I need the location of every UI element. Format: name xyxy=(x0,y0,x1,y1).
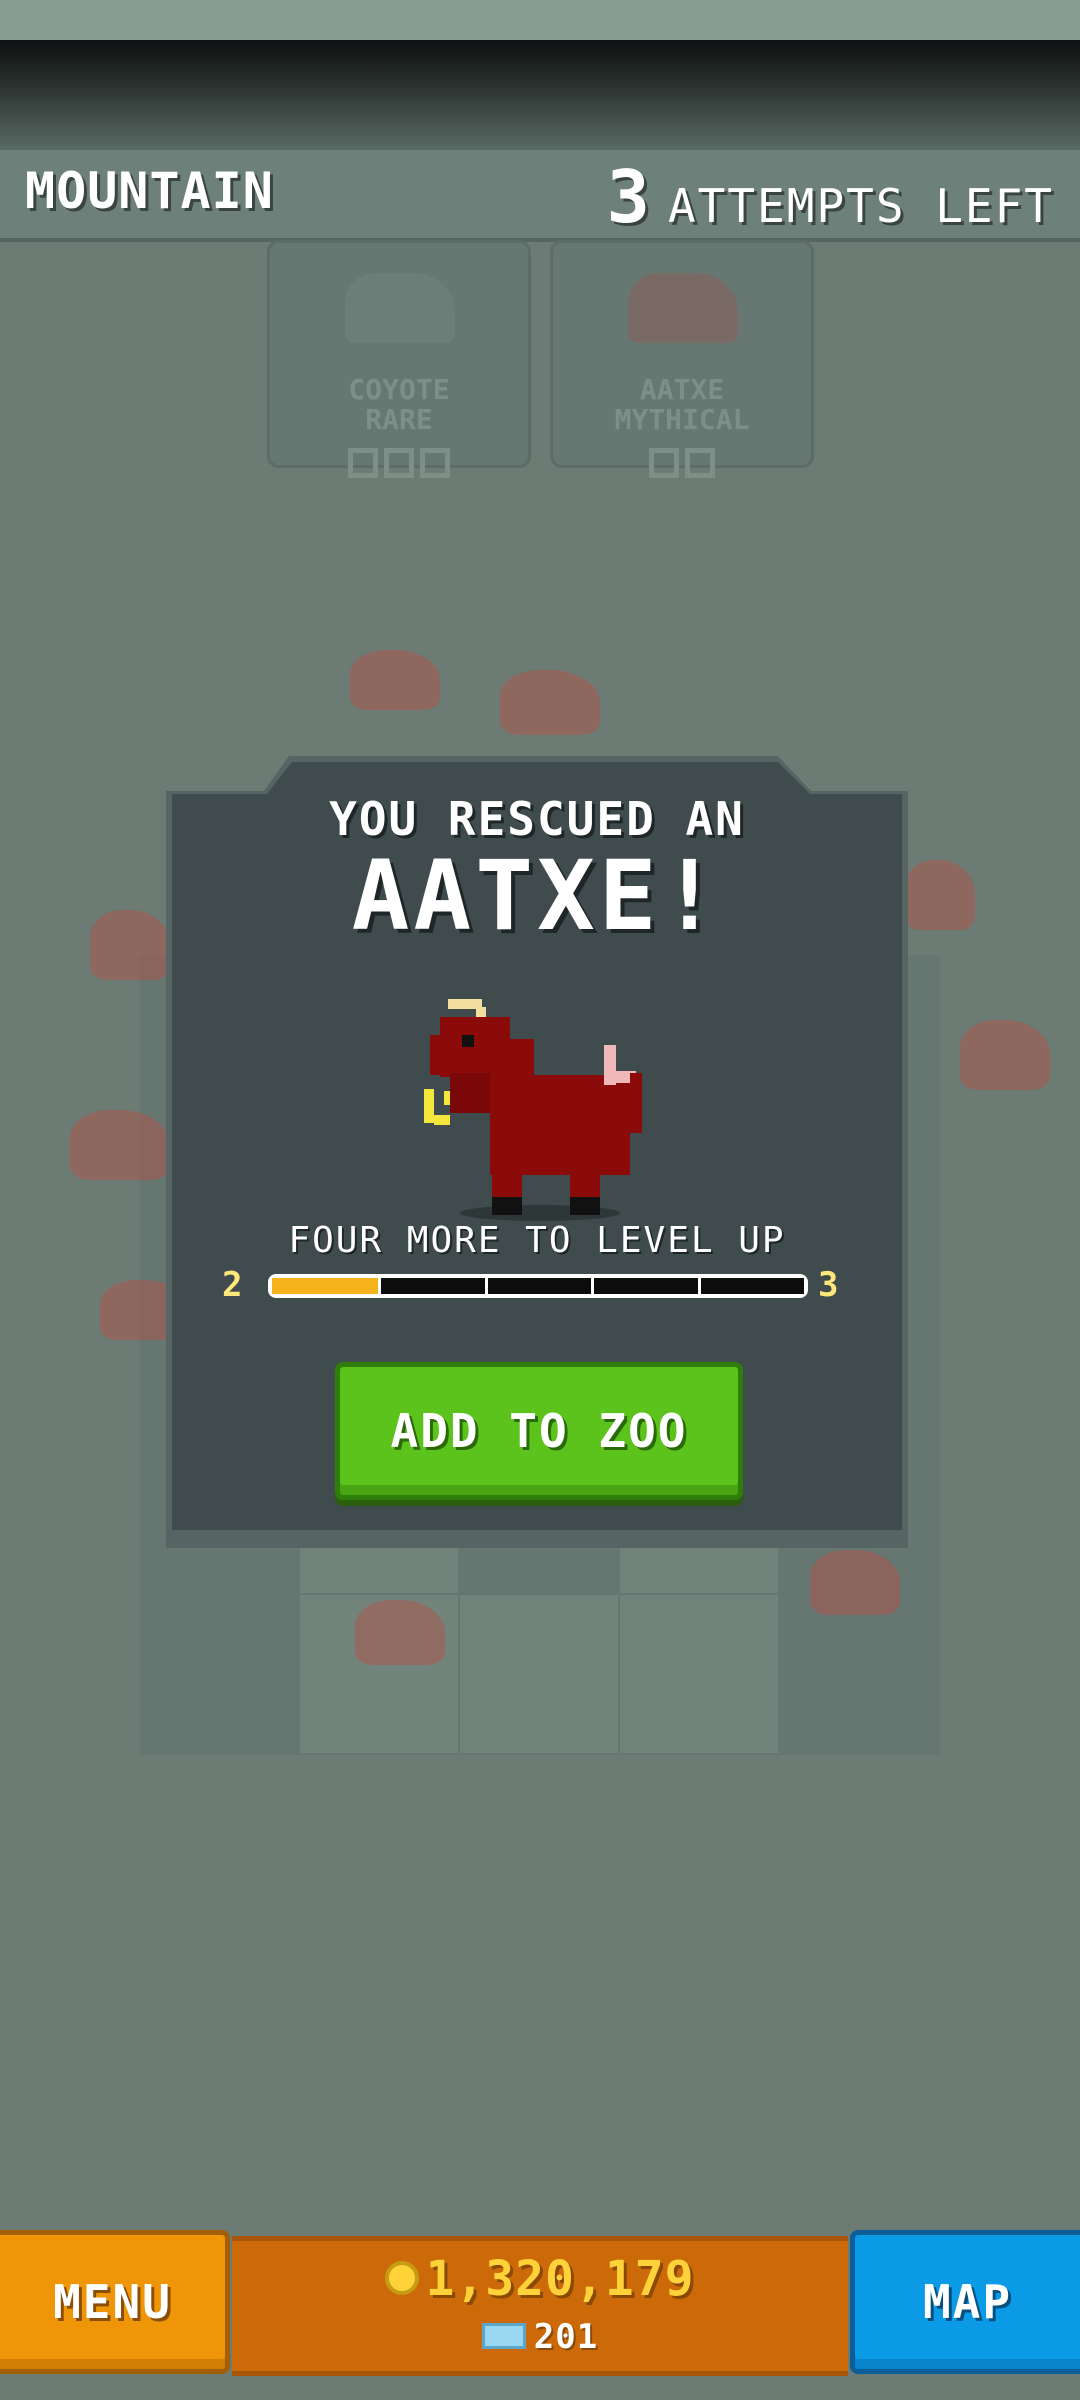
target-card-rarity: MYTHICAL xyxy=(614,403,750,436)
ghost-animal xyxy=(355,1600,445,1665)
gem-amount: 201 xyxy=(533,2317,599,2357)
sprite-tail xyxy=(630,1073,642,1133)
progress-box xyxy=(348,448,378,478)
map-button[interactable]: MAP xyxy=(850,2230,1080,2374)
ghost-animal xyxy=(70,1110,170,1180)
coin-amount: 1,320,179 xyxy=(425,2251,695,2307)
ghost-animal xyxy=(810,1550,900,1615)
progress-segment-divider xyxy=(591,1278,595,1294)
sprite-tusk xyxy=(424,1089,434,1123)
target-card-name: COYOTE xyxy=(348,373,450,406)
aatxe-sprite xyxy=(424,999,642,1221)
target-card-name: AATXE xyxy=(639,373,725,406)
progress-track xyxy=(272,1278,804,1294)
sprite-chest xyxy=(450,1073,490,1113)
sprite-leg xyxy=(570,1171,600,1197)
ghost-animal xyxy=(350,650,440,710)
biome-title: MOUNTAIN xyxy=(25,162,274,220)
rescue-heading: YOU RESCUED AN xyxy=(329,792,745,846)
sprite-hoof xyxy=(492,1197,522,1215)
progress-segment-divider xyxy=(484,1278,488,1294)
coin-counter: 1,320,179 xyxy=(232,2251,848,2307)
target-card-label: COYOTE RARE xyxy=(270,375,528,435)
coin-icon xyxy=(385,2261,420,2295)
ghost-animal xyxy=(960,1020,1050,1090)
level-progress-bar xyxy=(268,1274,808,1298)
progress-fill xyxy=(272,1278,379,1294)
progress-segment-divider xyxy=(378,1278,382,1294)
next-level: 3 xyxy=(818,1265,839,1305)
target-card-coyote: COYOTE RARE xyxy=(267,240,531,478)
progress-box xyxy=(420,448,450,478)
ghost-animal xyxy=(90,910,170,980)
ghost-animal xyxy=(500,670,600,735)
grid-cell xyxy=(620,1595,778,1753)
sprite-tusk xyxy=(434,1115,450,1125)
sprite-snout xyxy=(430,1035,450,1075)
target-card-aatxe: AATXE MYTHICAL xyxy=(550,240,814,478)
attempts-label: ATTEMPTS LEFT xyxy=(667,179,1054,233)
coyote-silhouette xyxy=(345,273,455,343)
progress-box xyxy=(685,448,715,478)
gem-icon xyxy=(481,2322,526,2349)
target-card-progress xyxy=(553,448,811,482)
sprite-tail xyxy=(604,1045,616,1085)
target-card-rarity: RARE xyxy=(365,403,433,436)
rescued-animal-name: AATXE! xyxy=(351,840,723,952)
gem-counter: 201 xyxy=(232,2317,848,2357)
attempts-indicator: 3 ATTEMPTS LEFT xyxy=(607,155,1054,239)
ghost-animal xyxy=(905,860,975,930)
rescue-dialog-lip xyxy=(172,1530,902,1542)
target-card-label: AATXE MYTHICAL xyxy=(553,375,811,435)
currency-panel: 1,320,179 201 xyxy=(232,2236,848,2376)
sprite-leg xyxy=(492,1171,522,1197)
progress-box xyxy=(384,448,414,478)
sprite-body xyxy=(490,1075,630,1175)
progress-segment-divider xyxy=(697,1278,701,1294)
sprite-eye xyxy=(462,1035,474,1047)
sprite-hoof xyxy=(570,1197,600,1215)
grid-cell xyxy=(460,1595,618,1753)
attempts-count: 3 xyxy=(606,155,650,239)
status-bar xyxy=(0,0,1080,40)
current-level: 2 xyxy=(222,1265,243,1305)
menu-button[interactable]: MENU xyxy=(0,2230,230,2374)
aatxe-silhouette xyxy=(628,273,738,343)
target-card-progress xyxy=(270,448,528,482)
add-to-zoo-button[interactable]: ADD TO ZOO xyxy=(335,1362,743,1500)
progress-box xyxy=(649,448,679,478)
level-up-text: FOUR MORE TO LEVEL UP xyxy=(288,1220,786,1261)
